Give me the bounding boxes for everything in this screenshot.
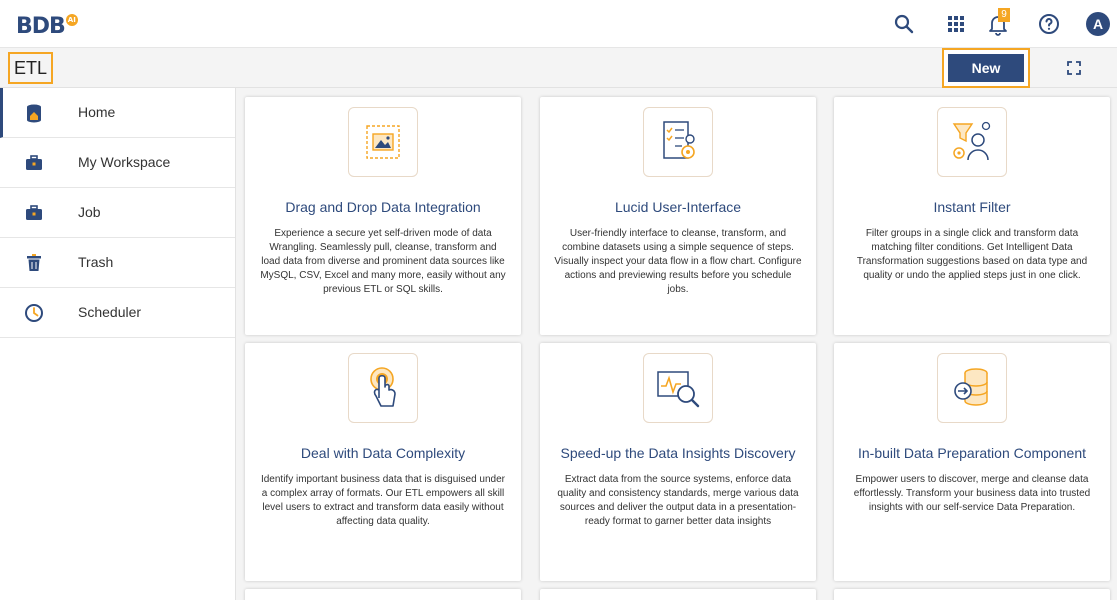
bdb-logo[interactable]: BDB AI <box>16 14 78 39</box>
card-description: Filter groups in a single click and tran… <box>856 228 1088 281</box>
search-icon[interactable] <box>892 12 916 36</box>
sidebar-item-label: Trash <box>78 254 114 270</box>
module-toolbar: ETL New <box>0 48 1117 88</box>
sidebar-item-my-workspace[interactable]: My Workspace <box>0 138 235 188</box>
briefcase-icon <box>24 203 44 223</box>
user-filter-gears-icon <box>937 107 1007 177</box>
sidebar-item-scheduler[interactable]: Scheduler <box>0 288 235 338</box>
sidebar: Home My Workspace Job Trash Scheduler <box>0 88 236 600</box>
sidebar-item-label: Job <box>78 204 101 220</box>
touch-hand-icon <box>348 353 418 423</box>
notification-bell-icon[interactable]: 9 <box>986 8 1010 36</box>
database-import-icon <box>937 353 1007 423</box>
card-title: Drag and Drop Data Integration <box>285 199 481 215</box>
card-title: Lucid User-Interface <box>614 199 742 215</box>
feature-card-partial <box>245 589 521 600</box>
briefcase-icon <box>24 153 44 173</box>
card-description: Empower users to discover, merge and cle… <box>853 474 1091 513</box>
card-title: Deal with Data Complexity <box>300 445 466 461</box>
chart-magnifier-icon <box>643 353 713 423</box>
page-title: ETL <box>8 52 54 84</box>
home-db-icon <box>24 103 44 123</box>
fullscreen-icon[interactable] <box>1066 60 1082 76</box>
card-description: Experience a secure yet self-driven mode… <box>260 228 506 295</box>
checklist-gears-icon <box>643 107 713 177</box>
clock-icon <box>24 303 44 323</box>
sidebar-item-label: Scheduler <box>78 304 142 320</box>
feature-card: In-built Data Preparation Component Empo… <box>834 343 1110 581</box>
sidebar-item-label: Home <box>78 104 116 120</box>
trash-icon <box>24 253 44 273</box>
apps-grid-icon[interactable] <box>944 12 968 36</box>
card-description: Extract data from the source systems, en… <box>557 474 799 527</box>
feature-card-partial <box>834 589 1110 600</box>
card-title: Instant Filter <box>933 199 1011 215</box>
drag-drop-image-icon <box>348 107 418 177</box>
feature-card: Deal with Data Complexity Identify impor… <box>245 343 521 581</box>
new-button[interactable]: New <box>942 48 1030 88</box>
feature-card-partial <box>540 589 816 600</box>
user-avatar[interactable]: A <box>1086 12 1110 36</box>
feature-cards-area: Drag and Drop Data Integration Experienc… <box>236 88 1117 600</box>
card-title: Speed-up the Data Insights Discovery <box>560 445 796 461</box>
feature-card: Lucid User-Interface User-friendly inter… <box>540 97 816 335</box>
sidebar-item-home[interactable]: Home <box>0 88 235 138</box>
top-header: BDB AI 9 A <box>0 0 1117 48</box>
logo-ai-badge: AI <box>65 14 78 26</box>
new-button-label: New <box>948 54 1024 82</box>
sidebar-item-label: My Workspace <box>78 154 171 170</box>
sidebar-item-job[interactable]: Job <box>0 188 235 238</box>
sidebar-item-trash[interactable]: Trash <box>0 238 235 288</box>
feature-card: Speed-up the Data Insights Discovery Ext… <box>540 343 816 581</box>
card-description: Identify important business data that is… <box>260 474 506 527</box>
logo-text: BDB <box>16 14 66 39</box>
card-title: In-built Data Preparation Component <box>857 445 1087 461</box>
notification-count-badge: 9 <box>998 8 1010 22</box>
feature-card: Drag and Drop Data Integration Experienc… <box>245 97 521 335</box>
feature-card: Instant Filter Filter groups in a single… <box>834 97 1110 335</box>
help-icon[interactable] <box>1037 12 1061 36</box>
card-description: User-friendly interface to cleanse, tran… <box>554 228 802 295</box>
